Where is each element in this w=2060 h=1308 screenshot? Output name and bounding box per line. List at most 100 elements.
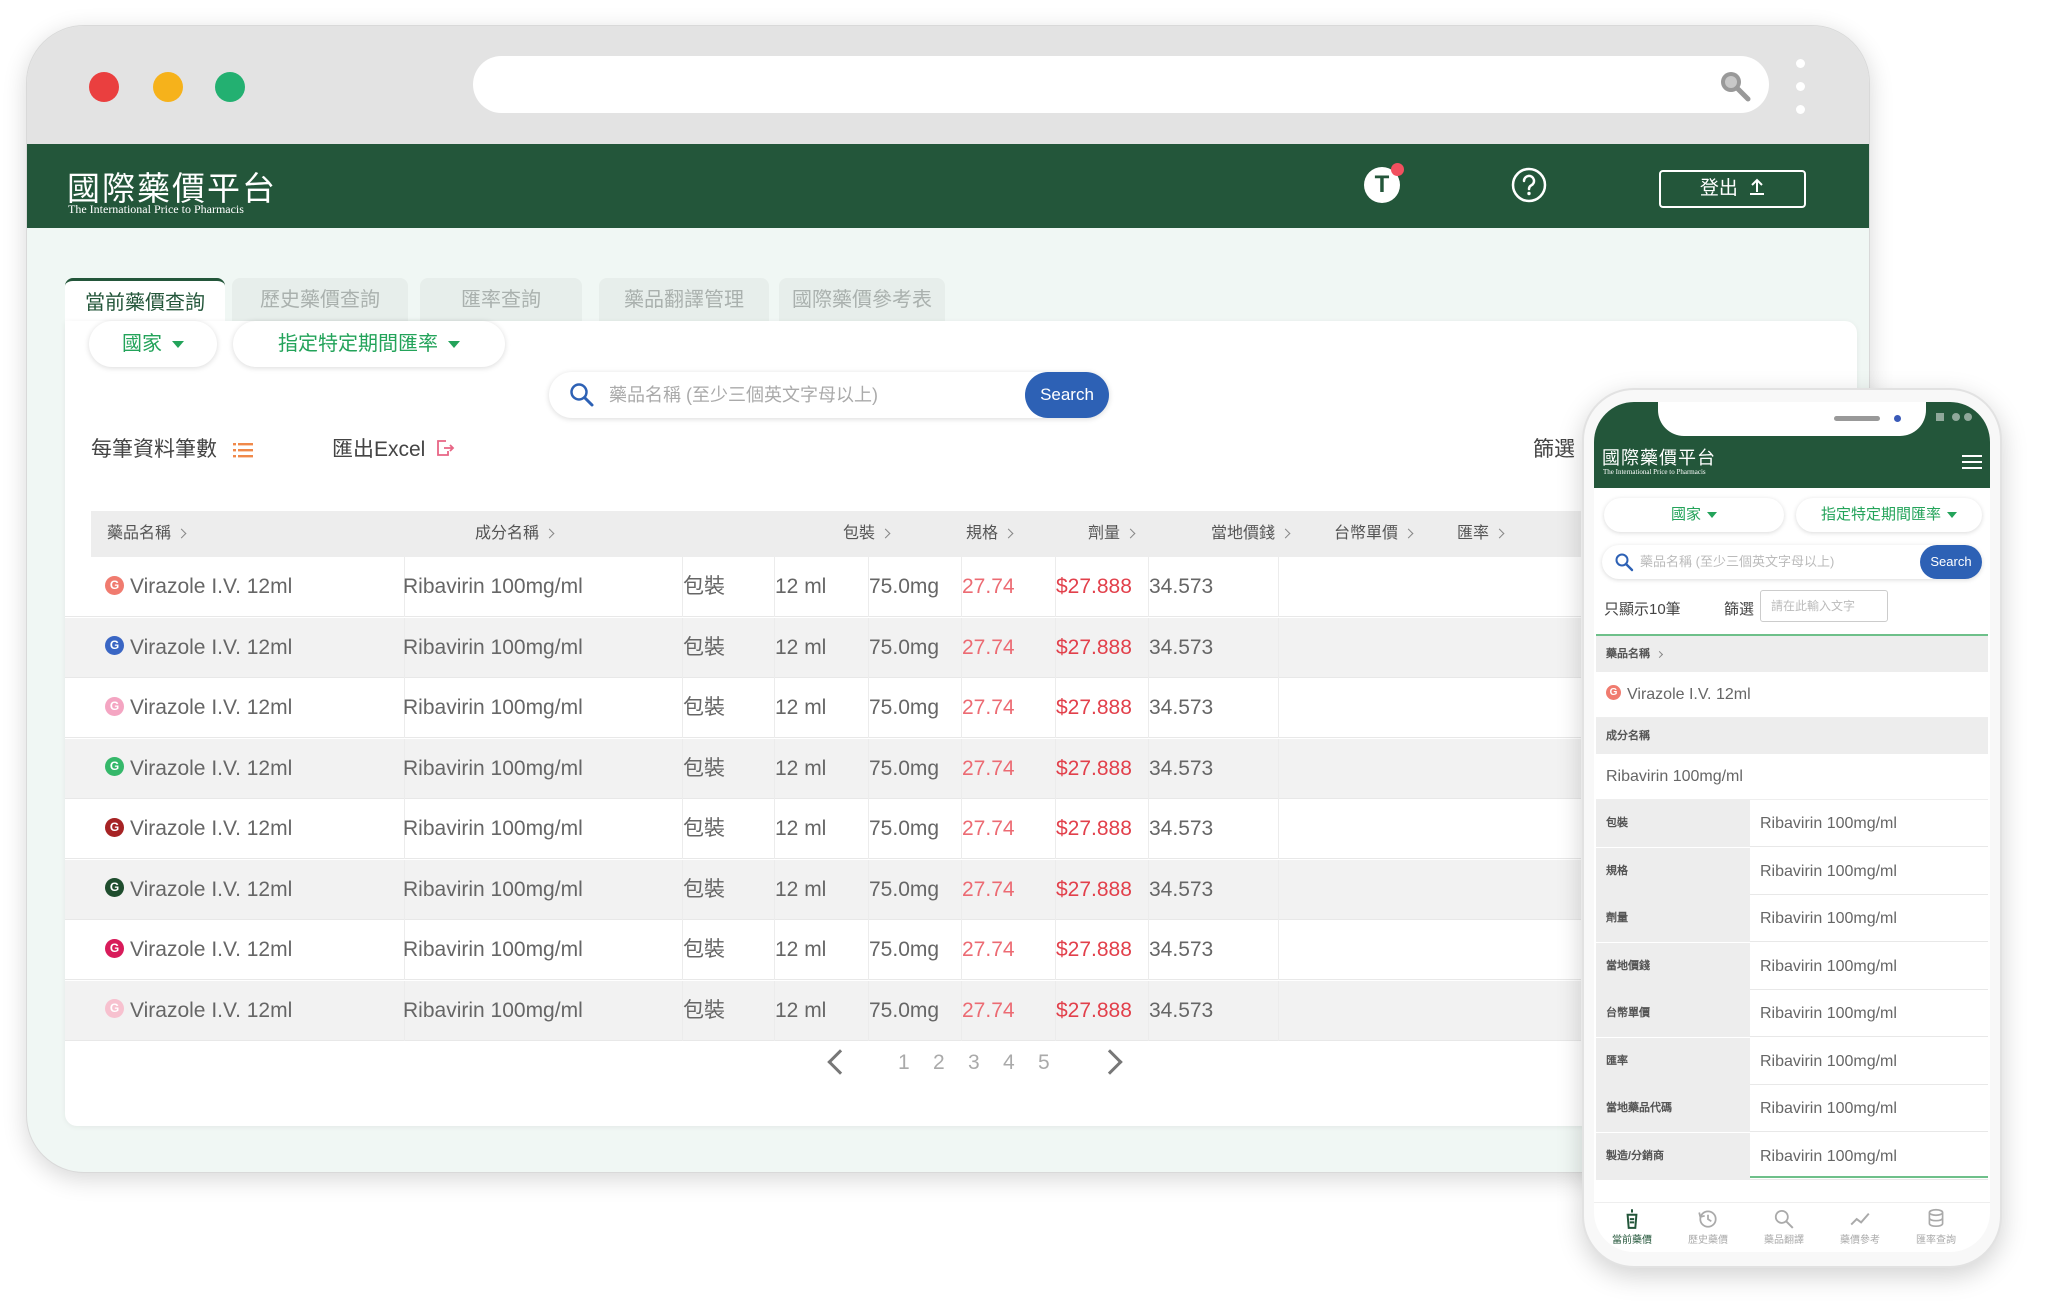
rate-cell: 34.573 xyxy=(1149,678,1279,738)
rate-period-dropdown[interactable]: 指定特定期間匯率 xyxy=(233,321,505,367)
mobile-show-count[interactable]: 只顯示10筆 xyxy=(1604,598,1681,619)
rate-cell: 34.573 xyxy=(1149,799,1279,859)
local-price-cell: 27.74 xyxy=(962,557,1056,617)
spec-cell: 12 ml xyxy=(775,678,869,738)
mobile-result-card: 藥品名稱 G Virazole I.V. 12ml 成分名稱 Ribavirin … xyxy=(1596,634,1988,1180)
mobile-logo-title: 國際藥價平台 xyxy=(1602,448,1716,469)
column-header[interactable]: 劑量 xyxy=(1088,511,1136,557)
prev-page-icon[interactable] xyxy=(827,1049,853,1075)
g-badge-icon: G xyxy=(105,938,124,958)
phone-speaker xyxy=(1834,416,1880,421)
nav-item[interactable]: 匯率查詢 xyxy=(1900,1207,1972,1246)
minimize-window-button[interactable] xyxy=(153,72,183,102)
page-5-link[interactable]: 5 xyxy=(1038,1051,1050,1075)
phone-notch xyxy=(1658,402,1926,436)
tab-history-price[interactable]: 歷史藥價查詢 xyxy=(232,278,408,322)
table-row[interactable]: G Virazole I.V. 12ml Ribavirin 100mg/ml 包裝 1… xyxy=(65,980,1581,1041)
drug-name-text: Virazole I.V. 12ml xyxy=(130,877,293,901)
page-2-link[interactable]: 2 xyxy=(933,1051,945,1075)
tab-current-price[interactable]: 當前藥價查詢 xyxy=(65,278,225,322)
column-header[interactable]: 台幣單價 xyxy=(1334,511,1414,557)
mobile-country-label: 國家 xyxy=(1670,506,1701,523)
card-name-value[interactable]: G Virazole I.V. 12ml xyxy=(1596,672,1988,718)
table-row[interactable]: G Virazole I.V. 12ml Ribavirin 100mg/ml 包裝 1… xyxy=(65,557,1581,617)
nav-item[interactable]: 當前藥價 xyxy=(1596,1207,1668,1246)
nav-item-label: 藥品翻譯 xyxy=(1764,1235,1804,1246)
chevron-right-icon xyxy=(1125,528,1136,539)
mobile-filter-input[interactable]: 請在此輸入文字 xyxy=(1760,590,1888,622)
mobile-search-input[interactable]: 藥品名稱 (至少三個英文字母以上) xyxy=(1640,545,1834,579)
chevron-down-icon xyxy=(1707,512,1717,519)
filter-label[interactable]: 篩選 xyxy=(1533,433,1575,463)
column-header[interactable]: 成分名稱 xyxy=(475,511,555,557)
g-badge-icon: G xyxy=(105,696,124,716)
g-badge-icon: G xyxy=(1606,685,1621,701)
address-bar[interactable] xyxy=(473,56,1769,113)
nav-item[interactable]: 歷史藥價 xyxy=(1672,1207,1744,1246)
logo-subtitle: The International Price to Pharmacis xyxy=(68,202,244,216)
browser-menu-icon[interactable] xyxy=(1796,59,1806,115)
help-icon[interactable] xyxy=(1510,166,1548,204)
table-row[interactable]: G Virazole I.V. 12ml Ribavirin 100mg/ml 包裝 1… xyxy=(65,738,1581,799)
page-3-link[interactable]: 3 xyxy=(968,1051,980,1075)
tab-translation[interactable]: 藥品翻譯管理 xyxy=(599,278,769,322)
table-row[interactable]: G Virazole I.V. 12ml Ribavirin 100mg/ml 包裝 1… xyxy=(65,920,1581,980)
chevron-right-icon xyxy=(1403,528,1414,539)
package-cell: 包裝 xyxy=(683,738,775,799)
drug-name-text: Virazole I.V. 12ml xyxy=(130,756,293,780)
search-input[interactable]: 藥品名稱 (至少三個英文字母以上) xyxy=(609,372,878,418)
hamburger-menu-icon[interactable] xyxy=(1962,455,1982,469)
history-icon xyxy=(1698,1210,1717,1228)
package-cell: 包裝 xyxy=(683,678,775,738)
table-row[interactable]: G Virazole I.V. 12ml Ribavirin 100mg/ml 包裝 1… xyxy=(65,678,1581,738)
twd-price-cell: $27.888 xyxy=(1056,678,1149,738)
mobile-search-button[interactable]: Search xyxy=(1920,545,1982,579)
search-icon xyxy=(1774,1209,1794,1229)
g-badge-icon: G xyxy=(105,575,124,595)
search-icon[interactable] xyxy=(1717,68,1751,102)
spec-cell: 12 ml xyxy=(775,799,869,859)
rate-cell: 34.573 xyxy=(1149,859,1279,920)
column-header[interactable]: 藥品名稱 xyxy=(107,511,187,557)
next-page-icon[interactable] xyxy=(1097,1049,1123,1075)
ingredient-cell: Ribavirin 100mg/ml xyxy=(403,678,683,738)
table-row[interactable]: G Virazole I.V. 12ml Ribavirin 100mg/ml 包裝 1… xyxy=(65,859,1581,920)
search-button[interactable]: Search xyxy=(1025,372,1109,418)
column-header[interactable]: 規格 xyxy=(966,511,1014,557)
local-price-cell: 27.74 xyxy=(962,617,1056,678)
card-field-row: 當地價錢 Ribavirin 100mg/ml xyxy=(1596,942,1988,990)
nav-item[interactable]: 藥品翻譯 xyxy=(1748,1207,1820,1246)
mobile-header: 國際藥價平台 The International Price to Pharma… xyxy=(1594,402,1990,488)
column-header[interactable]: 當地價錢 xyxy=(1211,511,1291,557)
export-excel-button[interactable]: 匯出Excel xyxy=(332,433,455,463)
column-header[interactable]: 包裝 xyxy=(843,511,891,557)
package-cell: 包裝 xyxy=(683,617,775,678)
mobile-rate-dropdown[interactable]: 指定特定期間匯率 xyxy=(1796,498,1982,532)
card-field-value: Ribavirin 100mg/ml xyxy=(1760,1005,1897,1022)
maximize-window-button[interactable] xyxy=(215,72,245,102)
logout-button[interactable]: 登出 xyxy=(1659,170,1806,208)
table-row[interactable]: G Virazole I.V. 12ml Ribavirin 100mg/ml 包裝 1… xyxy=(65,799,1581,859)
phone-screen: 國際藥價平台 The International Price to Pharma… xyxy=(1594,402,1990,1252)
column-header[interactable]: 匯率 xyxy=(1457,511,1505,557)
country-label: 國家 xyxy=(122,333,162,355)
dose-cell: 75.0mg xyxy=(869,617,962,678)
country-dropdown[interactable]: 國家 xyxy=(89,321,217,367)
page-1-link[interactable]: 1 xyxy=(898,1051,910,1075)
page-4-link[interactable]: 4 xyxy=(1003,1051,1015,1075)
tab-reference-table[interactable]: 國際藥價參考表 xyxy=(779,278,945,322)
mobile-country-dropdown[interactable]: 國家 xyxy=(1604,498,1784,532)
nav-item[interactable]: 藥價參考 xyxy=(1824,1207,1896,1246)
drug-search[interactable]: 藥品名稱 (至少三個英文字母以上) Search xyxy=(549,372,1109,418)
card-field-value: Ribavirin 100mg/ml xyxy=(1760,957,1897,975)
app-header: 國際藥價平台 The International Price to Pharma… xyxy=(27,144,1869,228)
mobile-search[interactable]: 藥品名稱 (至少三個英文字母以上) Search xyxy=(1602,545,1982,579)
close-window-button[interactable] xyxy=(89,72,119,102)
spec-cell: 12 ml xyxy=(775,557,869,617)
chevron-right-icon xyxy=(1494,528,1505,539)
per-page-control[interactable]: 每筆資料筆數 xyxy=(91,433,253,463)
table-row[interactable]: G Virazole I.V. 12ml Ribavirin 100mg/ml 包裝 1… xyxy=(65,617,1581,678)
tab-exchange-rate[interactable]: 匯率查詢 xyxy=(420,278,582,322)
card-field-row: 當地藥品代碼 Ribavirin 100mg/ml xyxy=(1596,1085,1988,1132)
chevron-down-icon xyxy=(1947,512,1957,519)
